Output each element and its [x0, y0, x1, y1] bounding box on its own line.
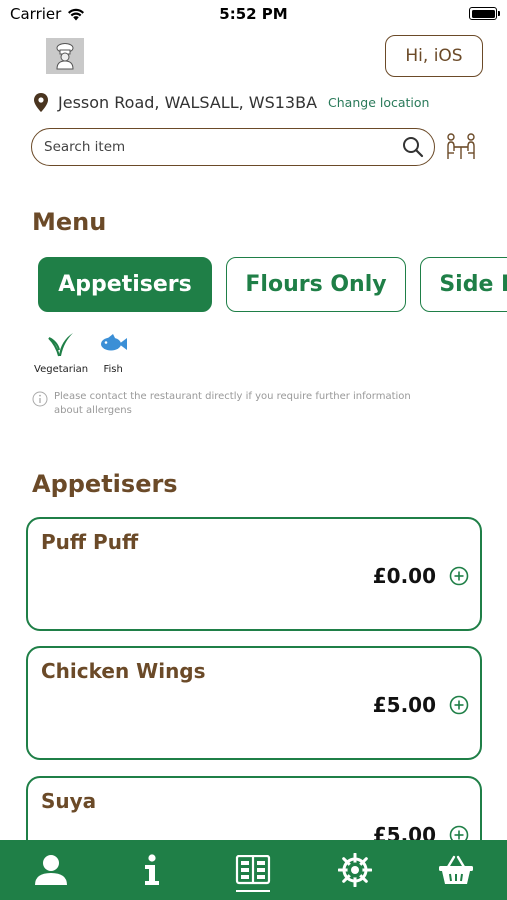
nav-basket[interactable] — [426, 840, 486, 900]
restaurant-logo — [46, 38, 84, 74]
menu-title: Menu — [32, 208, 107, 236]
status-bar: Carrier 5:52 PM — [0, 0, 507, 30]
item-price: £0.00 — [372, 564, 436, 588]
legend-fish-label: Fish — [103, 364, 123, 375]
allergen-note: Please contact the restaurant directly i… — [32, 390, 412, 418]
item-name: Puff Puff — [41, 530, 139, 554]
info-icon — [145, 854, 160, 885]
settings-wheel-icon — [337, 853, 372, 887]
add-item-icon[interactable] — [449, 695, 469, 715]
dine-in-table-icon[interactable] — [445, 133, 477, 161]
location-pin-icon — [34, 93, 48, 112]
info-circle-icon — [32, 391, 48, 407]
item-name: Chicken Wings — [41, 659, 206, 683]
legend-fish: Fish — [98, 330, 128, 375]
vegetarian-leaf-icon — [48, 333, 74, 357]
dietary-legend: Vegetarian Fish — [34, 330, 138, 375]
item-price: £5.00 — [372, 693, 436, 717]
search-icon[interactable] — [402, 136, 424, 158]
user-greeting-button[interactable]: Hi, iOS — [385, 35, 483, 77]
menu-book-icon — [236, 855, 271, 885]
nav-profile[interactable] — [21, 840, 81, 900]
status-time: 5:52 PM — [219, 5, 288, 23]
fish-icon — [101, 334, 128, 351]
menu-item-card[interactable]: Puff Puff £0.00 — [26, 517, 482, 631]
add-item-icon[interactable] — [449, 566, 469, 586]
legend-vegetarian: Vegetarian — [34, 330, 88, 375]
allergen-note-text: Please contact the restaurant directly i… — [54, 391, 411, 416]
legend-vegetarian-label: Vegetarian — [34, 364, 89, 375]
item-name: Suya — [41, 789, 97, 813]
location-row: Jesson Road, WALSALL, WS13BA Change loca… — [34, 93, 429, 112]
nav-menu[interactable] — [223, 840, 283, 900]
nav-info[interactable] — [122, 840, 182, 900]
menu-item-card[interactable]: Chicken Wings £5.00 — [26, 646, 482, 760]
bottom-nav — [0, 840, 507, 900]
change-location-link[interactable]: Change location — [328, 95, 429, 110]
section-title: Appetisers — [32, 470, 178, 498]
chef-icon — [56, 43, 74, 70]
location-address: Jesson Road, WALSALL, WS13BA — [58, 93, 318, 112]
search-bar — [31, 128, 435, 166]
category-tab-side-items[interactable]: Side Items — [420, 257, 507, 312]
category-tab-flours-only[interactable]: Flours Only — [226, 257, 406, 312]
profile-icon — [34, 855, 67, 885]
basket-icon — [439, 855, 474, 884]
category-tab-appetisers[interactable]: Appetisers — [38, 257, 212, 312]
nav-settings[interactable] — [325, 840, 385, 900]
category-tabs: Appetisers Flours Only Side Items — [38, 257, 507, 313]
battery-icon — [469, 7, 500, 20]
search-input[interactable] — [44, 139, 402, 155]
